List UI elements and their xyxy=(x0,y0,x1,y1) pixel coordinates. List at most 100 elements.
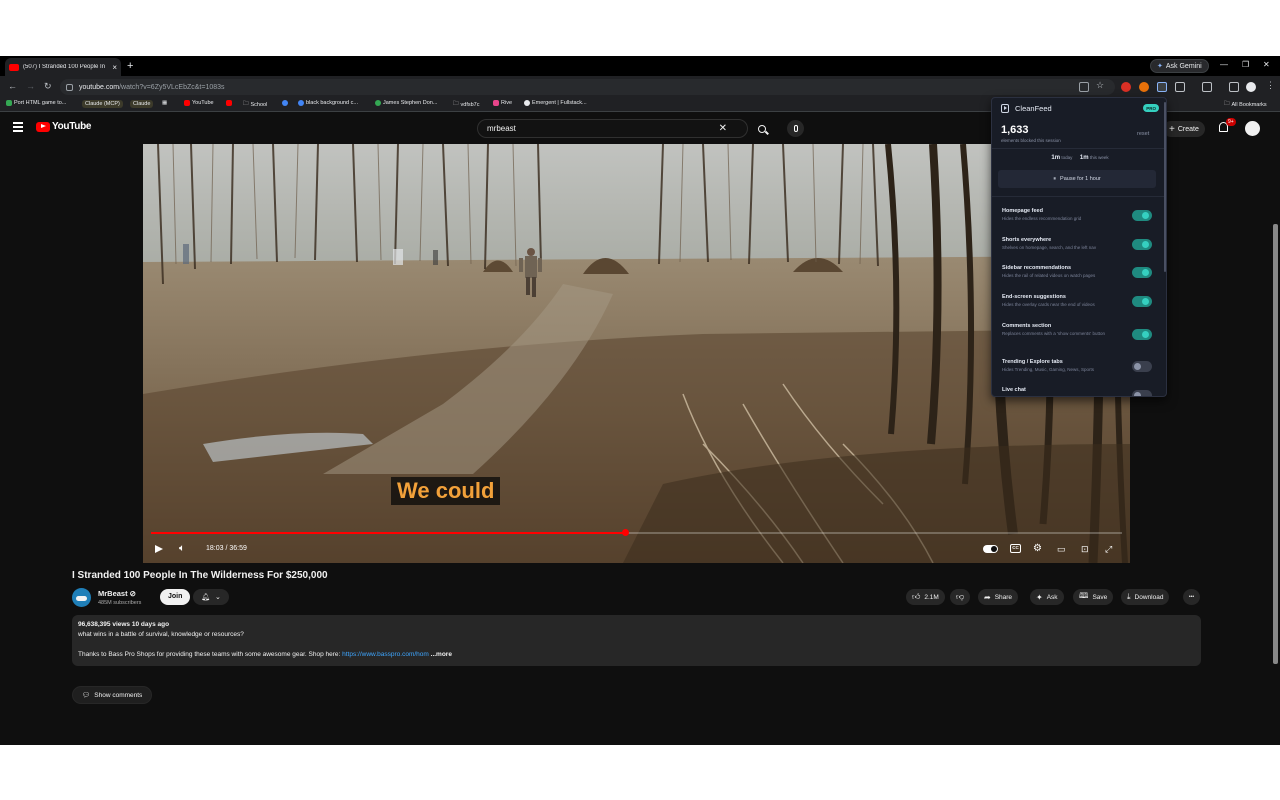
browser-menu-icon[interactable]: ⋮ xyxy=(1266,80,1275,91)
setting-trending: Trending / Explore tabs Hides Trending, … xyxy=(1002,359,1095,372)
search-input[interactable]: mrbeast ✕ xyxy=(477,119,748,138)
bookmark-item[interactable]: James Stephen Don... xyxy=(375,100,437,106)
sidebar-recommendations-toggle[interactable] xyxy=(1132,267,1152,278)
subscription-bell-button[interactable]: 🔔︎ ⌄ xyxy=(193,589,229,605)
all-bookmarks-folder[interactable]: 🗀︎ All Bookmarks xyxy=(1224,100,1267,109)
back-icon[interactable]: ← xyxy=(8,81,17,91)
bookmark-item[interactable]: Rive xyxy=(493,100,512,106)
profile-icon[interactable] xyxy=(1246,82,1256,92)
shorts-toggle[interactable] xyxy=(1132,239,1152,250)
save-button[interactable]: 🕮︎ Save xyxy=(1073,589,1114,605)
channel-name[interactable]: MrBeast ⊘ xyxy=(98,589,136,598)
popup-scrollbar[interactable] xyxy=(1164,102,1166,272)
youtube-favicon-icon xyxy=(9,63,19,71)
youtube-favicon-icon xyxy=(184,100,190,106)
comments-toggle[interactable] xyxy=(1132,329,1152,340)
cast-icon[interactable]: ⊡ xyxy=(1081,543,1089,555)
more-actions-button[interactable]: ••• xyxy=(1183,589,1200,605)
install-app-icon[interactable] xyxy=(1079,82,1089,92)
minimize-icon[interactable]: — xyxy=(1220,60,1228,69)
bookmark-youtube-icon[interactable] xyxy=(226,100,232,106)
youtube-logo[interactable]: YouTube xyxy=(36,121,92,132)
bookmark-item[interactable]: Claude xyxy=(130,100,154,108)
bookmark-item[interactable]: Claude (MCP) xyxy=(82,100,123,108)
ask-gemini-button[interactable]: ✦ Ask Gemini xyxy=(1150,59,1209,73)
bookmark-item[interactable]: YouTube xyxy=(184,100,214,106)
subtitles-icon[interactable]: CC xyxy=(1010,544,1021,553)
bell-icon: 🔔︎ xyxy=(201,594,210,601)
join-button[interactable]: Join xyxy=(160,589,191,605)
scrubber-handle[interactable] xyxy=(621,529,629,536)
account-avatar[interactable] xyxy=(1245,121,1260,136)
extension-red-icon[interactable] xyxy=(1121,82,1131,92)
microphone-icon xyxy=(793,125,798,132)
search-button[interactable] xyxy=(752,119,772,138)
show-more-link[interactable]: ...more xyxy=(431,651,452,658)
side-panel-icon[interactable] xyxy=(1202,82,1212,92)
fullscreen-icon[interactable]: ⤢ xyxy=(1105,543,1112,555)
voice-search-button[interactable] xyxy=(787,120,804,137)
bookmark-item[interactable] xyxy=(282,100,288,106)
miniplayer-icon[interactable]: ▭ xyxy=(1057,543,1066,555)
ask-button[interactable]: ✦ Ask xyxy=(1030,589,1064,605)
bookmark-item[interactable]: Emergent | Fullstack... xyxy=(524,100,587,106)
close-window-icon[interactable]: ✕ xyxy=(1263,60,1270,69)
folder-icon: 🗀︎ xyxy=(243,101,249,107)
bookmark-item[interactable]: black background c... xyxy=(298,100,358,106)
search-icon xyxy=(758,124,766,133)
bookmark-item[interactable]: Port HTML game to... xyxy=(6,100,66,106)
play-icon[interactable] xyxy=(155,545,163,553)
subtitle-caption: We could xyxy=(391,477,501,505)
hamburger-menu-icon[interactable] xyxy=(13,122,23,134)
new-tab-button[interactable]: + xyxy=(127,60,133,72)
video-player[interactable]: We could 🔈︎ 18:03 / 36:59 CC ⚙︎ ▭ ⊡ ⤢ xyxy=(143,144,1130,563)
google-favicon-icon xyxy=(298,100,304,106)
search-query: mrbeast xyxy=(487,124,516,133)
bookmark-star-icon[interactable]: ☆ xyxy=(1096,80,1104,91)
forward-icon[interactable]: → xyxy=(26,81,35,91)
trending-toggle[interactable] xyxy=(1132,361,1152,372)
browser-tab[interactable]: (507) I Stranded 100 People In T × xyxy=(5,58,121,76)
clear-search-icon[interactable]: ✕ xyxy=(719,123,727,134)
bookmark-folder[interactable]: 🗀︎ vdfsb7c xyxy=(453,100,479,109)
like-button[interactable]: 👍︎ 2.1M xyxy=(906,589,945,605)
download-button[interactable]: ⤓ Download xyxy=(1121,589,1170,605)
progress-bar[interactable] xyxy=(151,529,1122,536)
page-scrollbar[interactable] xyxy=(1273,224,1278,664)
homepage-feed-toggle[interactable] xyxy=(1132,210,1152,221)
pause-icon: ⏸︎ xyxy=(1053,175,1057,182)
time-display: 18:03 / 36:59 xyxy=(206,545,247,552)
dislike-button[interactable]: 👎︎ xyxy=(950,589,970,605)
bookmark-folder[interactable]: 🗀︎ School xyxy=(243,100,267,109)
ask-gemini-label: Ask Gemini xyxy=(1165,62,1202,70)
url-bar[interactable]: youtube.com/watch?v=6Zy5VLcEbZc&t=1083s xyxy=(60,79,1115,95)
live-chat-toggle[interactable] xyxy=(1132,390,1152,396)
save-label: Save xyxy=(1092,593,1108,601)
site-info-icon[interactable] xyxy=(66,83,73,91)
tab-close-icon[interactable]: × xyxy=(112,63,117,72)
volume-icon[interactable]: 🔈︎ xyxy=(179,543,185,555)
autoplay-toggle[interactable] xyxy=(983,545,998,553)
pause-button[interactable]: ⏸︎ Pause for 1 hour xyxy=(998,170,1156,188)
restore-icon[interactable]: ❐ xyxy=(1242,60,1249,69)
youtube-favicon-icon xyxy=(226,100,232,106)
channel-avatar[interactable] xyxy=(72,588,91,607)
end-screen-toggle[interactable] xyxy=(1132,296,1152,307)
reset-link[interactable]: reset xyxy=(1137,131,1149,137)
description-line: Thanks to Bass Pro Shops for providing t… xyxy=(78,651,1195,658)
pause-label: Pause for 1 hour xyxy=(1060,176,1101,182)
reload-icon[interactable]: ↻ xyxy=(44,81,52,92)
extensions-puzzle-icon[interactable] xyxy=(1175,82,1185,92)
description-box[interactable]: 96,638,395 views 10 days ago what wins i… xyxy=(72,615,1201,666)
extension-orange-icon[interactable] xyxy=(1139,82,1149,92)
media-controls-icon[interactable] xyxy=(1229,82,1239,92)
share-arrow-icon: ➦ xyxy=(984,592,991,602)
show-comments-button[interactable]: 💬︎ Show comments xyxy=(72,686,153,704)
share-button[interactable]: ➦ Share xyxy=(978,589,1019,605)
settings-gear-icon[interactable]: ⚙︎ xyxy=(1033,543,1042,555)
create-button[interactable]: + Create xyxy=(1163,121,1205,137)
description-link[interactable]: https://www.basspro.com/hom xyxy=(342,651,429,658)
setting-homepage-feed: Homepage feed Hides the endless recommen… xyxy=(1002,208,1082,221)
apps-grid-icon[interactable]: ▦ xyxy=(162,100,167,106)
cleanfeed-extension-icon[interactable] xyxy=(1157,82,1167,92)
